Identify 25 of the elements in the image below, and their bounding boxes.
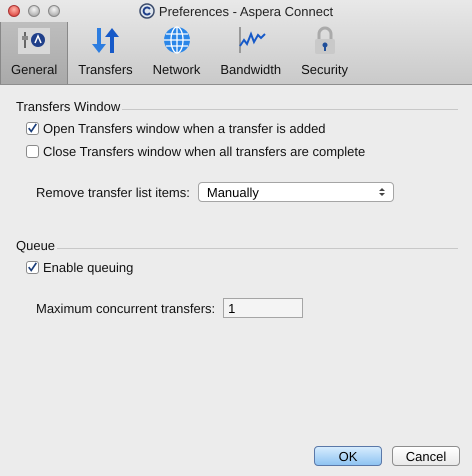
field-label: Maximum concurrent transfers: xyxy=(36,300,216,316)
dialog-button[interactable]: OK xyxy=(314,446,382,466)
dialog-button[interactable]: Cancel xyxy=(392,446,460,466)
up-down-arrows-icon xyxy=(378,187,385,197)
dropdown[interactable]: Manually xyxy=(198,182,394,202)
minimize-button[interactable] xyxy=(28,5,40,17)
close-button[interactable] xyxy=(8,5,20,17)
toolbar-tab[interactable]: Transfers xyxy=(68,22,143,84)
field-label: Remove transfer list items: xyxy=(36,184,190,200)
checkbox[interactable] xyxy=(26,145,39,158)
toolbar-tab[interactable]: Network xyxy=(142,22,210,84)
app-icon xyxy=(138,3,155,19)
zoom-button[interactable] xyxy=(48,5,60,17)
section-title: Transfers Window xyxy=(16,99,120,114)
checkbox[interactable] xyxy=(26,122,39,135)
checkbox[interactable] xyxy=(26,261,39,274)
section-title: Queue xyxy=(16,238,56,253)
checkbox-option[interactable]: Close Transfers window when all transfers are complete xyxy=(16,143,458,160)
checkbox-option[interactable]: Open Transfers window when a transfer is added xyxy=(16,120,458,137)
checkbox-option[interactable]: Enable queuing xyxy=(16,259,458,276)
window-title: Preferences - Aspera Connect xyxy=(158,4,334,18)
input-field[interactable]: 1 xyxy=(223,298,304,318)
toolbar-tab[interactable]: Bandwidth xyxy=(210,22,292,84)
toolbar-tab[interactable]: Security xyxy=(291,22,358,84)
toolbar-tab[interactable]: General xyxy=(0,22,68,84)
